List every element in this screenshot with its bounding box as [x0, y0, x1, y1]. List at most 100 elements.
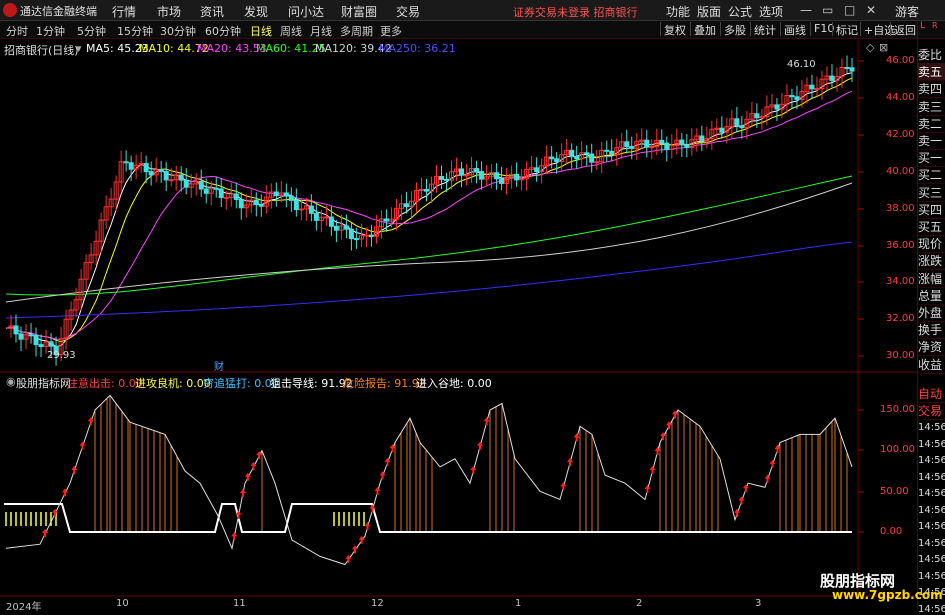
period-multi[interactable]: 多周期: [340, 23, 373, 39]
menu-item-faxian[interactable]: 发现: [244, 3, 268, 20]
x-tick: 10: [116, 598, 129, 609]
ind-value-weixian: 危险报告: 91.92: [343, 377, 426, 390]
side-item[interactable]: 卖一: [918, 132, 945, 150]
side-item[interactable]: 卖二: [918, 115, 945, 133]
period-60min[interactable]: 60分钟: [205, 23, 241, 39]
biaoji-button[interactable]: 标记: [832, 22, 861, 37]
side-item[interactable]: 卖三: [918, 98, 945, 116]
side-time: 14:56: [918, 455, 945, 466]
minimize-icon[interactable]: —: [800, 3, 812, 17]
side-item[interactable]: 买三: [918, 184, 945, 202]
price-tick: 30.00: [886, 350, 915, 361]
tongji-button[interactable]: 统计: [750, 22, 779, 37]
side-item[interactable]: 净资: [918, 338, 945, 357]
period-weekly[interactable]: 周线: [280, 23, 302, 39]
menu-item-wenxiaoda[interactable]: 问小达: [288, 3, 324, 20]
diejia-button[interactable]: 叠加: [690, 22, 719, 37]
ind-value-jujidaoxian: 狙击导线: 91.92: [270, 377, 353, 390]
period-30min[interactable]: 30分钟: [160, 23, 196, 39]
period-5min[interactable]: 5分钟: [77, 23, 106, 39]
ma250-label: MA250: 36.21: [379, 42, 456, 55]
indicator-expand-icon[interactable]: ◉: [6, 375, 16, 388]
period-1min[interactable]: 1分钟: [36, 23, 65, 39]
back-button[interactable]: 返回: [890, 22, 919, 37]
ind-tick: 150.00: [880, 404, 915, 415]
price-tick: 34.00: [886, 276, 915, 287]
finance-marker[interactable]: 财: [214, 358, 224, 373]
fuquan-button[interactable]: 复权: [660, 22, 689, 37]
side-item[interactable]: 买一: [918, 149, 945, 168]
settings-diamond-icon[interactable]: ◇: [866, 41, 874, 54]
period-15min[interactable]: 15分钟: [117, 23, 153, 39]
side-corner-l: L: [920, 21, 926, 31]
price-tick: 46.00: [886, 55, 915, 66]
menu-item-zixun[interactable]: 资讯: [200, 3, 224, 20]
dropdown-icon[interactable]: ▾: [76, 42, 82, 55]
side-item[interactable]: 总量: [918, 287, 945, 305]
menu-gongshi[interactable]: 公式: [728, 3, 752, 20]
high-price-label: 46.10: [787, 59, 816, 70]
period-monthly[interactable]: 月线: [310, 23, 332, 39]
ind-value-zhuyi: 注意出击: 0.00: [67, 377, 143, 390]
ind-tick: 50.00: [880, 486, 909, 497]
side-item[interactable]: 买四: [918, 201, 945, 219]
app-title: 通达信金融终端: [20, 5, 97, 18]
side-item[interactable]: 换手: [918, 321, 945, 340]
close-icon[interactable]: ✕: [866, 3, 876, 17]
menu-item-shichang[interactable]: 市场: [157, 3, 181, 20]
auto-trade-1[interactable]: 自动: [918, 385, 945, 403]
menu-item-caifuquan[interactable]: 财富圈: [341, 3, 377, 20]
auto-trade-2[interactable]: 交易: [918, 402, 945, 420]
login-status[interactable]: 证券交易未登录 招商银行: [513, 4, 638, 20]
price-tick: 32.00: [886, 313, 915, 324]
side-item[interactable]: 涨跌: [918, 252, 945, 271]
x-tick: 2: [636, 598, 643, 609]
kline-chart[interactable]: [0, 38, 917, 609]
x-tick: 11: [233, 598, 246, 609]
duogu-button[interactable]: 多股: [720, 22, 749, 37]
maximize-icon[interactable]: □: [844, 3, 855, 17]
guest-user[interactable]: 游客: [895, 3, 919, 20]
menu-xuanxiang[interactable]: 选项: [759, 3, 783, 20]
stock-label: 招商银行(日线): [4, 44, 79, 57]
menu-item-hangqing[interactable]: 行情: [112, 3, 136, 20]
period-fenshi[interactable]: 分时: [6, 23, 28, 39]
side-time: 14:56: [918, 471, 945, 483]
side-time: 14:56: [918, 422, 945, 433]
x-tick: 2024年: [6, 602, 42, 613]
side-item[interactable]: 买五: [918, 218, 945, 236]
watermark-url: www.7gpzb.com: [832, 588, 943, 602]
side-time: 14:56: [918, 537, 945, 549]
side-time: 14:56: [918, 488, 945, 499]
side-item[interactable]: 卖四: [918, 80, 945, 99]
menu-item-jiaoyi[interactable]: 交易: [396, 3, 420, 20]
tdx-logo-icon: [3, 3, 17, 17]
side-time: 14:56: [918, 504, 945, 516]
price-tick: 38.00: [886, 203, 915, 214]
period-more[interactable]: 更多: [380, 23, 402, 39]
huaxian-button[interactable]: 画线: [780, 22, 809, 37]
side-item[interactable]: 卖五: [918, 63, 945, 82]
low-price-label: 29.93: [47, 350, 76, 361]
ind-tick: 0.00: [880, 526, 903, 537]
x-tick: 12: [371, 598, 384, 609]
x-tick: 1: [515, 598, 522, 609]
menu-gongneng[interactable]: 功能: [666, 3, 690, 20]
price-tick: 42.00: [886, 129, 915, 140]
ind-value-qiongzhui: 穷追猛打: 0.00: [203, 377, 279, 390]
restore-icon[interactable]: ▭: [822, 3, 833, 17]
side-time: 14:56: [918, 570, 945, 582]
indicator-name[interactable]: 股朋指标网: [16, 375, 71, 391]
side-item[interactable]: 委比: [918, 46, 945, 64]
ind-value-jingong: 进攻良机: 0.00: [135, 377, 211, 390]
price-tick: 44.00: [886, 92, 915, 103]
side-item[interactable]: 收益: [918, 356, 945, 374]
period-daily[interactable]: 日线: [250, 23, 272, 39]
menu-banmian[interactable]: 版面: [697, 3, 721, 20]
side-item[interactable]: 涨幅: [918, 270, 945, 288]
side-time: 14:56: [918, 521, 945, 532]
side-item[interactable]: 买二: [918, 166, 945, 185]
panel-close-icon[interactable]: ⊠: [879, 41, 888, 54]
side-item[interactable]: 现价: [918, 235, 945, 254]
side-item[interactable]: 外盘: [918, 304, 945, 322]
